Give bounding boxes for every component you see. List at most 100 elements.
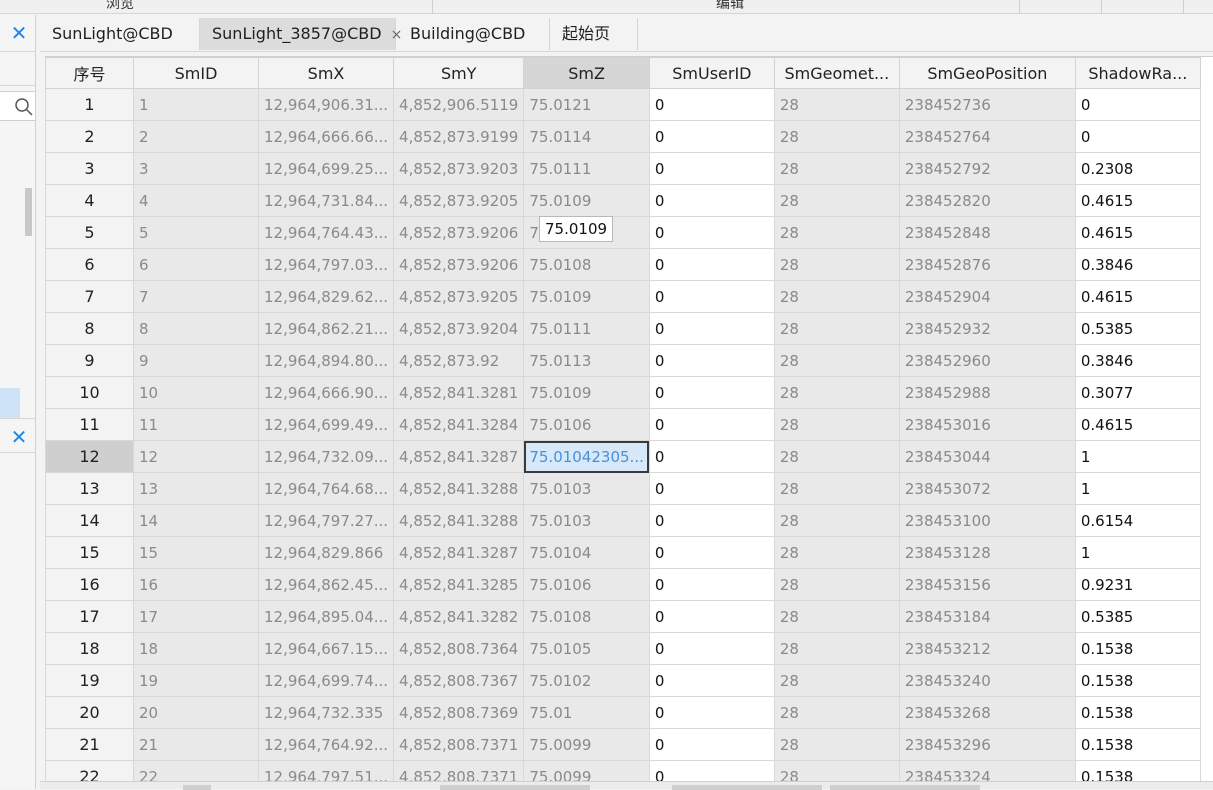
table-row[interactable]: 10 10 12,964,666.90... 4,852,841.3281 75.010… bbox=[45, 376, 1201, 409]
table-cell[interactable]: 21 bbox=[133, 728, 259, 761]
table-cell[interactable]: 28 bbox=[773, 280, 900, 313]
table-cell[interactable]: 0.9231 bbox=[1074, 568, 1201, 601]
table-row[interactable]: 9 9 12,964,894.80... 4,852,873.92 75.0113 0 28… bbox=[45, 344, 1201, 377]
table-cell[interactable]: 12,964,666.90... bbox=[257, 376, 395, 409]
tab-building-cbd[interactable]: Building@CBD bbox=[398, 18, 550, 50]
table-cell[interactable]: 4,852,808.7364 bbox=[393, 632, 525, 665]
browse-label[interactable]: 浏览 bbox=[80, 0, 160, 13]
table-cell[interactable]: 4,852,873.9199 bbox=[393, 120, 525, 153]
table-row[interactable]: 13 13 12,964,764.68... 4,852,841.3288 75.010… bbox=[45, 472, 1201, 505]
table-cell[interactable]: 19 bbox=[133, 664, 259, 697]
table-cell[interactable]: 4,852,841.3282 bbox=[393, 600, 525, 633]
table-cell[interactable]: 238453268 bbox=[898, 696, 1076, 729]
row-number[interactable]: 7 bbox=[45, 280, 134, 313]
table-cell[interactable]: 28 bbox=[773, 248, 900, 281]
table-row[interactable]: 7 7 12,964,829.62... 4,852,873.9205 75.0109 0… bbox=[45, 280, 1201, 313]
table-cell[interactable]: 0 bbox=[648, 344, 775, 377]
table-cell[interactable]: 0 bbox=[648, 408, 775, 441]
row-number[interactable]: 15 bbox=[45, 536, 134, 569]
table-cell[interactable]: 0 bbox=[648, 312, 775, 345]
table-cell[interactable]: 0.1538 bbox=[1074, 760, 1201, 781]
table-row[interactable]: 12 12 12,964,732.09... 4,852,841.3287 75.010… bbox=[45, 440, 1201, 473]
table-cell[interactable]: 238452820 bbox=[898, 184, 1076, 217]
table-cell[interactable]: 28 bbox=[773, 440, 900, 473]
attribute-table[interactable]: 序号 SmID SmX SmY SmZ SmUserID SmGeomet... SmGeoP… bbox=[45, 56, 1213, 781]
table-cell[interactable]: 4,852,873.9206 bbox=[393, 216, 525, 249]
table-row[interactable]: 5512,964,764.43...4,852,873.920675.01090… bbox=[45, 216, 1201, 249]
column-header[interactable]: ShadowRa... bbox=[1074, 57, 1201, 89]
row-number[interactable]: 9 bbox=[45, 344, 134, 377]
table-cell[interactable]: 75.0104 bbox=[523, 536, 650, 569]
column-header[interactable]: SmY bbox=[393, 57, 525, 89]
table-cell[interactable]: 238452904 bbox=[898, 280, 1076, 313]
table-cell[interactable]: 12,964,764.43... bbox=[257, 216, 395, 249]
table-cell[interactable]: 28 bbox=[773, 184, 900, 217]
row-number[interactable]: 5 bbox=[45, 216, 134, 249]
row-number[interactable]: 2 bbox=[45, 120, 134, 153]
column-header[interactable]: SmID bbox=[133, 57, 259, 89]
table-cell[interactable]: 238452848 bbox=[898, 216, 1076, 249]
table-cell[interactable]: 0.6154 bbox=[1074, 504, 1201, 537]
table-cell[interactable]: 1 bbox=[133, 88, 259, 121]
table-row[interactable]: 18 18 12,964,667.15... 4,852,808.7364 75.010… bbox=[45, 632, 1201, 665]
table-cell[interactable]: 0 bbox=[648, 760, 775, 781]
table-row[interactable]: 21 21 12,964,764.92... 4,852,808.7371 75.009… bbox=[45, 728, 1201, 761]
table-cell[interactable]: 75.0099 bbox=[523, 760, 650, 781]
table-cell[interactable]: 9 bbox=[133, 344, 259, 377]
row-number[interactable]: 4 bbox=[45, 184, 134, 217]
table-cell[interactable]: 4,852,841.3288 bbox=[393, 472, 525, 505]
table-cell[interactable]: 0 bbox=[648, 504, 775, 537]
table-cell[interactable]: 12,964,731.84... bbox=[257, 184, 395, 217]
table-cell[interactable]: 28 bbox=[773, 504, 900, 537]
table-cell[interactable]: 75.0109 bbox=[523, 376, 650, 409]
table-cell[interactable]: 2 bbox=[133, 120, 259, 153]
table-cell[interactable]: 4,852,873.9204 bbox=[393, 312, 525, 345]
table-cell[interactable]: 0.3846 bbox=[1074, 248, 1201, 281]
table-cell[interactable]: 12,964,699.74... bbox=[257, 664, 395, 697]
table-cell[interactable]: 12,964,764.68... bbox=[257, 472, 395, 505]
table-cell[interactable]: 0 bbox=[648, 184, 775, 217]
table-cell[interactable]: 28 bbox=[773, 376, 900, 409]
table-cell[interactable]: 12,964,829.866 bbox=[257, 536, 395, 569]
active-cell[interactable]: 75.01042305... bbox=[523, 440, 650, 473]
table-cell[interactable]: 12,964,895.04... bbox=[257, 600, 395, 633]
table-cell[interactable]: 75.0103 bbox=[523, 472, 650, 505]
table-cell[interactable]: 75.01 bbox=[523, 696, 650, 729]
table-cell[interactable]: 238452764 bbox=[898, 120, 1076, 153]
table-cell[interactable]: 22 bbox=[133, 760, 259, 781]
table-cell[interactable]: 0 bbox=[648, 248, 775, 281]
table-cell[interactable]: 12,964,732.09... bbox=[257, 440, 395, 473]
table-row[interactable]: 15 15 12,964,829.866 4,852,841.3287 75.0104 0… bbox=[45, 536, 1201, 569]
table-cell[interactable]: 238453072 bbox=[898, 472, 1076, 505]
table-cell[interactable]: 75.0109 bbox=[523, 184, 650, 217]
table-cell[interactable]: 0 bbox=[648, 472, 775, 505]
table-row[interactable]: 6 6 12,964,797.03... 4,852,873.9206 75.0108 0… bbox=[45, 248, 1201, 281]
table-cell[interactable]: 4 bbox=[133, 184, 259, 217]
column-header[interactable]: SmGeomet... bbox=[773, 57, 900, 89]
table-row[interactable]: 8 8 12,964,862.21... 4,852,873.9204 75.0111 0… bbox=[45, 312, 1201, 345]
table-cell[interactable]: 7 bbox=[133, 280, 259, 313]
table-cell[interactable]: 238453044 bbox=[898, 440, 1076, 473]
table-cell[interactable]: 238452736 bbox=[898, 88, 1076, 121]
table-cell[interactable]: 12,964,906.31... bbox=[257, 88, 395, 121]
table-row[interactable]: 11 11 12,964,699.49... 4,852,841.3284 75.010… bbox=[45, 408, 1201, 441]
table-cell[interactable]: 4,852,841.3287 bbox=[393, 536, 525, 569]
table-row[interactable]: 19 19 12,964,699.74... 4,852,808.7367 75.010… bbox=[45, 664, 1201, 697]
table-cell[interactable]: 12,964,797.51... bbox=[257, 760, 395, 781]
table-cell[interactable]: 12,964,862.45... bbox=[257, 568, 395, 601]
table-cell[interactable]: 0 bbox=[648, 280, 775, 313]
table-cell[interactable]: 4,852,808.7367 bbox=[393, 664, 525, 697]
table-cell[interactable]: 0 bbox=[648, 152, 775, 185]
table-cell[interactable]: 75.0106 bbox=[523, 408, 650, 441]
table-cell[interactable]: 4,852,873.9203 bbox=[393, 152, 525, 185]
table-cell[interactable]: 4,852,841.3288 bbox=[393, 504, 525, 537]
table-row[interactable]: 4 4 12,964,731.84... 4,852,873.9205 75.0109 0… bbox=[45, 184, 1201, 217]
table-cell[interactable]: 4,852,873.92 bbox=[393, 344, 525, 377]
table-cell[interactable]: 15 bbox=[133, 536, 259, 569]
table-cell[interactable]: 28 bbox=[773, 728, 900, 761]
table-cell[interactable]: 28 bbox=[773, 408, 900, 441]
table-cell[interactable]: 10 bbox=[133, 376, 259, 409]
table-cell[interactable]: 0.4615 bbox=[1074, 280, 1201, 313]
table-cell[interactable]: 238453128 bbox=[898, 536, 1076, 569]
table-cell[interactable]: 20 bbox=[133, 696, 259, 729]
